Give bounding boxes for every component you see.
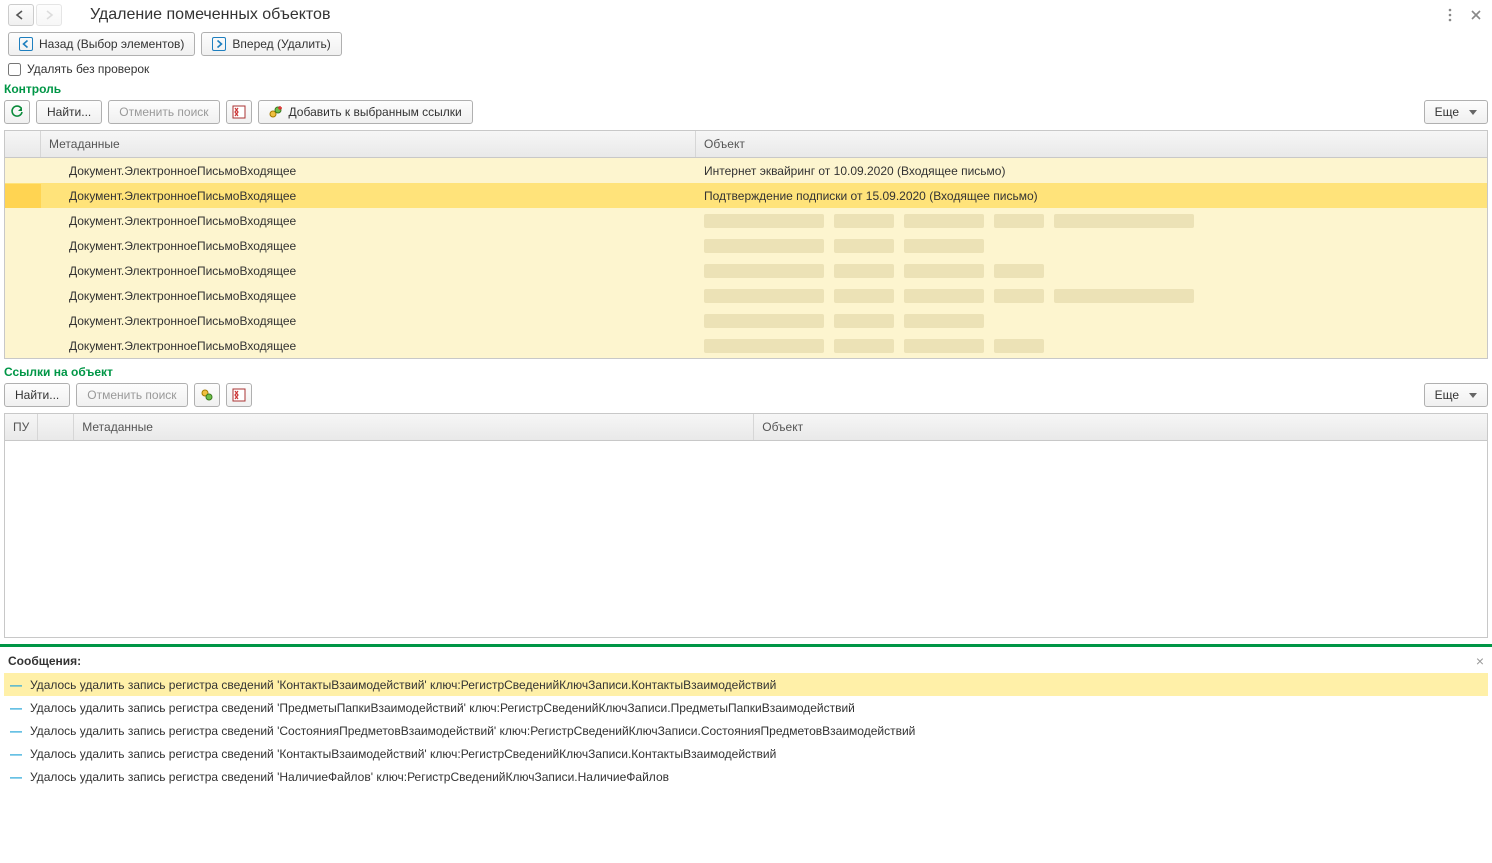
cell-object bbox=[696, 309, 1487, 333]
control-col-metadata[interactable]: Метаданные bbox=[41, 131, 696, 157]
refs-cancel-find-button: Отменить поиск bbox=[76, 383, 187, 407]
message-text: Удалось удалить запись регистра сведений… bbox=[30, 770, 669, 784]
wizard-back-button[interactable]: Назад (Выбор элементов) bbox=[8, 32, 195, 56]
message-text: Удалось удалить запись регистра сведений… bbox=[30, 724, 915, 738]
control-grid: Метаданные Объект Документ.ЭлектронноеПи… bbox=[4, 130, 1488, 359]
nav-back-button[interactable] bbox=[8, 4, 34, 26]
wizard-nav: Назад (Выбор элементов) Вперед (Удалить) bbox=[0, 30, 1492, 58]
info-dash-icon: — bbox=[10, 747, 22, 761]
control-toolbar: Найти... Отменить поиск Добавить к выбра… bbox=[0, 100, 1492, 130]
table-row[interactable]: Документ.ЭлектронноеПисьмоВходящее bbox=[5, 283, 1487, 308]
cell-object bbox=[696, 209, 1487, 233]
cell-metadata: Документ.ЭлектронноеПисьмоВходящее bbox=[41, 259, 696, 283]
cell-object: Интернет эквайринг от 10.09.2020 (Входящ… bbox=[696, 159, 1487, 183]
message-row[interactable]: — Удалось удалить запись регистра сведени… bbox=[4, 765, 1488, 788]
info-dash-icon: — bbox=[10, 678, 22, 692]
cell-metadata: Документ.ЭлектронноеПисьмоВходящее bbox=[41, 209, 696, 233]
table-row[interactable]: Документ.ЭлектронноеПисьмоВходящееПодтве… bbox=[5, 183, 1487, 208]
cell-object: Подтверждение подписки от 15.09.2020 (Вх… bbox=[696, 184, 1487, 208]
refs-col-pu[interactable]: ПУ bbox=[5, 414, 38, 440]
refresh-button[interactable] bbox=[4, 100, 30, 124]
add-refs-button[interactable]: Добавить к выбранным ссылки bbox=[258, 100, 473, 124]
wizard-back-label: Назад (Выбор элементов) bbox=[39, 37, 184, 51]
refs-swap-button[interactable] bbox=[194, 383, 220, 407]
delete-no-check-label: Удалять без проверок bbox=[27, 62, 149, 76]
delete-no-check-row: Удалять без проверок bbox=[0, 58, 1492, 82]
table-row[interactable]: Документ.ЭлектронноеПисьмоВходящее bbox=[5, 333, 1487, 358]
arrow-left-box-icon bbox=[19, 37, 33, 51]
close-icon[interactable] bbox=[1468, 7, 1484, 23]
message-text: Удалось удалить запись регистра сведений… bbox=[30, 701, 855, 715]
cell-metadata: Документ.ЭлектронноеПисьмоВходящее bbox=[41, 284, 696, 308]
refs-find-button[interactable]: Найти... bbox=[4, 383, 70, 407]
cell-object bbox=[696, 284, 1487, 308]
message-row[interactable]: — Удалось удалить запись регистра сведени… bbox=[4, 696, 1488, 719]
cell-metadata: Документ.ЭлектронноеПисьмоВходящее bbox=[41, 334, 696, 358]
find-button[interactable]: Найти... bbox=[36, 100, 102, 124]
message-row[interactable]: — Удалось удалить запись регистра сведени… bbox=[4, 673, 1488, 696]
table-row[interactable]: Документ.ЭлектронноеПисьмоВходящее bbox=[5, 258, 1487, 283]
page-title: Удаление помеченных объектов bbox=[90, 6, 330, 24]
cell-object bbox=[696, 259, 1487, 283]
header-bar: Удаление помеченных объектов bbox=[0, 0, 1492, 30]
cell-metadata: Документ.ЭлектронноеПисьмоВходящее bbox=[41, 234, 696, 258]
delete-no-check-checkbox[interactable] bbox=[8, 63, 21, 76]
refs-grid: ПУ Метаданные Объект bbox=[4, 413, 1488, 638]
arrow-right-box-icon bbox=[212, 37, 226, 51]
info-dash-icon: — bbox=[10, 724, 22, 738]
export-excel-button[interactable] bbox=[226, 100, 252, 124]
cell-metadata: Документ.ЭлектронноеПисьмоВходящее bbox=[41, 159, 696, 183]
refs-col-tracker[interactable] bbox=[38, 414, 74, 440]
cancel-find-button: Отменить поиск bbox=[108, 100, 219, 124]
control-col-object[interactable]: Объект bbox=[696, 131, 1487, 157]
table-row[interactable]: Документ.ЭлектронноеПисьмоВходящее bbox=[5, 208, 1487, 233]
info-dash-icon: — bbox=[10, 701, 22, 715]
message-row[interactable]: — Удалось удалить запись регистра сведени… bbox=[4, 719, 1488, 742]
section-control-title: Контроль bbox=[0, 82, 1492, 100]
refs-col-metadata[interactable]: Метаданные bbox=[74, 414, 754, 440]
wizard-forward-button[interactable]: Вперед (Удалить) bbox=[201, 32, 341, 56]
table-row[interactable]: Документ.ЭлектронноеПисьмоВходящееИнтерн… bbox=[5, 158, 1487, 183]
refs-grid-body[interactable] bbox=[5, 441, 1487, 637]
link-plus-icon bbox=[269, 105, 283, 119]
message-text: Удалось удалить запись регистра сведений… bbox=[30, 747, 776, 761]
refs-export-excel-button[interactable] bbox=[226, 383, 252, 407]
messages-list[interactable]: — Удалось удалить запись регистра сведени… bbox=[0, 673, 1492, 803]
refs-toolbar: Найти... Отменить поиск Еще bbox=[0, 383, 1492, 413]
message-text: Удалось удалить запись регистра сведений… bbox=[30, 678, 776, 692]
cell-object bbox=[696, 334, 1487, 358]
nav-forward-button[interactable] bbox=[36, 4, 62, 26]
more-menu-button[interactable]: Еще bbox=[1424, 100, 1488, 124]
control-col-tracker[interactable] bbox=[5, 131, 41, 157]
refs-col-object[interactable]: Объект bbox=[754, 414, 1487, 440]
refs-grid-header: ПУ Метаданные Объект bbox=[5, 414, 1487, 441]
messages-title: Сообщения: bbox=[8, 654, 81, 668]
wizard-forward-label: Вперед (Удалить) bbox=[232, 37, 330, 51]
kebab-menu-icon[interactable] bbox=[1442, 7, 1458, 23]
cell-object bbox=[696, 234, 1487, 258]
messages-close-icon[interactable]: × bbox=[1476, 653, 1484, 669]
table-row[interactable]: Документ.ЭлектронноеПисьмоВходящее bbox=[5, 233, 1487, 258]
control-grid-header: Метаданные Объект bbox=[5, 131, 1487, 158]
messages-header: Сообщения: × bbox=[0, 647, 1492, 673]
section-refs-title: Ссылки на объект bbox=[0, 365, 1492, 383]
refs-more-menu-button[interactable]: Еще bbox=[1424, 383, 1488, 407]
cell-metadata: Документ.ЭлектронноеПисьмоВходящее bbox=[41, 309, 696, 333]
control-grid-body[interactable]: Документ.ЭлектронноеПисьмоВходящееИнтерн… bbox=[5, 158, 1487, 358]
table-row[interactable]: Документ.ЭлектронноеПисьмоВходящее bbox=[5, 308, 1487, 333]
info-dash-icon: — bbox=[10, 770, 22, 784]
message-row[interactable]: — Удалось удалить запись регистра сведени… bbox=[4, 742, 1488, 765]
cell-metadata: Документ.ЭлектронноеПисьмоВходящее bbox=[41, 184, 696, 208]
